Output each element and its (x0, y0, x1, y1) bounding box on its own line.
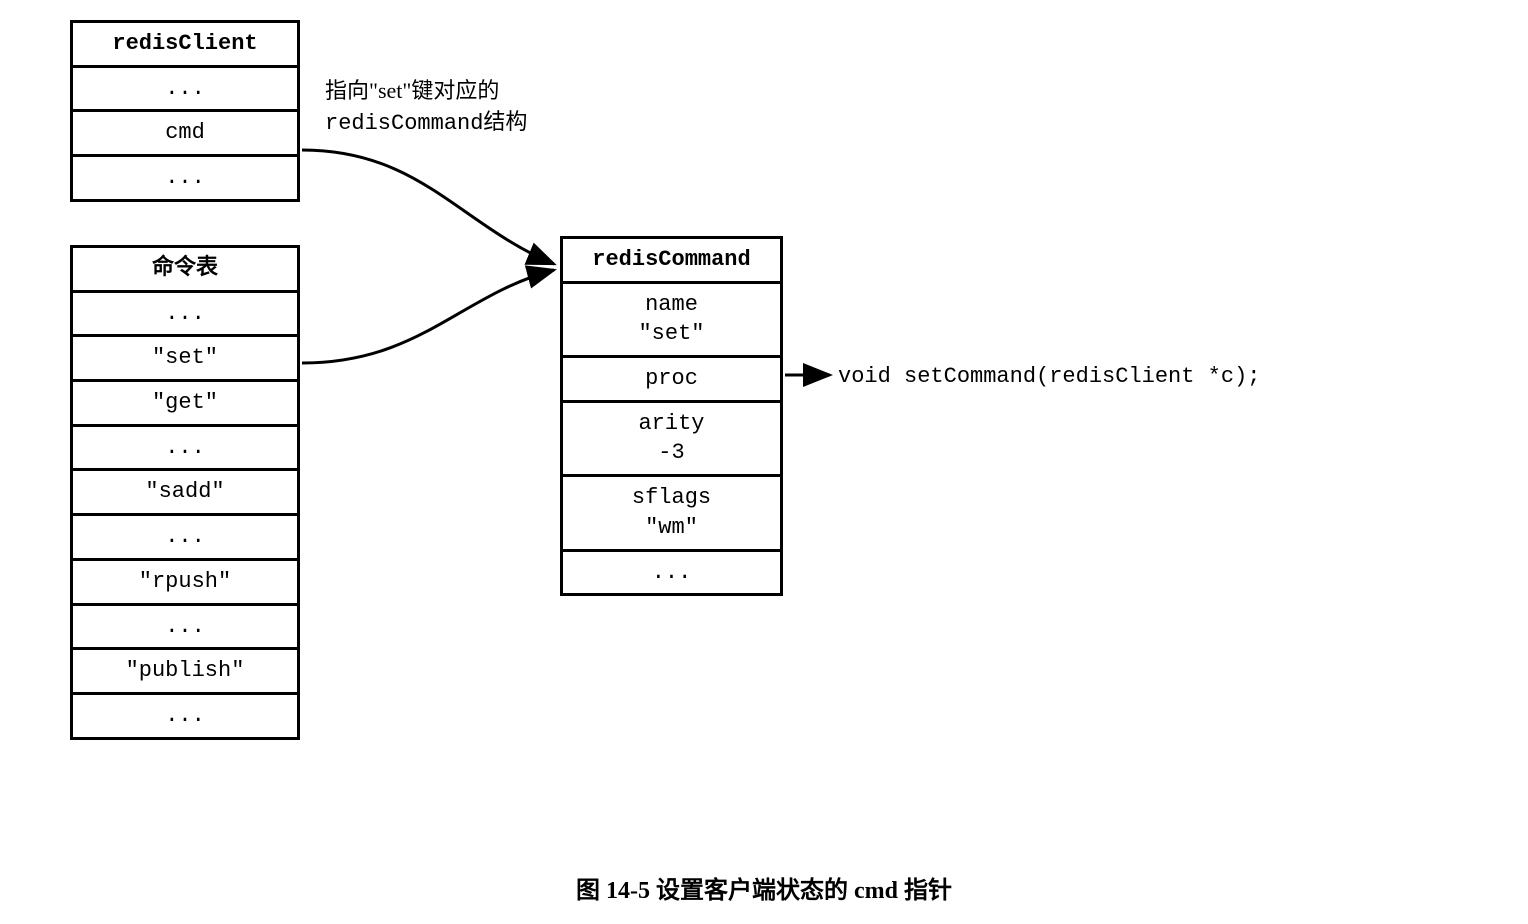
command-table-header: 命令表 (73, 248, 297, 290)
command-table-row: ... (73, 603, 297, 648)
command-table-row: ... (73, 513, 297, 558)
redis-command-row: ... (563, 549, 780, 594)
redis-client-row: ... (73, 65, 297, 110)
command-table-row-set: "set" (73, 334, 297, 379)
redis-client-table: redisClient ... cmd ... (70, 20, 300, 202)
command-table-row: "sadd" (73, 468, 297, 513)
figure-caption: 图 14-5 设置客户端状态的 cmd 指针 (0, 870, 1528, 905)
redis-client-row-cmd: cmd (73, 109, 297, 154)
proc-target: void setCommand(redisClient *c); (838, 362, 1260, 393)
redis-command-table: redisCommand name "set" proc arity -3 sf… (560, 236, 783, 596)
redis-client-row: ... (73, 154, 297, 199)
annotation-line2: redisCommand结构 (325, 111, 527, 136)
annotation-line1: 指向"set"键对应的 (325, 78, 499, 103)
redis-command-row-name: name "set" (563, 281, 780, 355)
command-table-row: ... (73, 692, 297, 737)
command-table: 命令表 ... "set" "get" ... "sadd" ... "rpus… (70, 245, 300, 740)
command-table-row: ... (73, 290, 297, 335)
redis-client-header: redisClient (73, 23, 297, 65)
command-table-row: "get" (73, 379, 297, 424)
redis-command-row-arity: arity -3 (563, 400, 780, 474)
redis-command-row-proc: proc (563, 355, 780, 400)
diagram-canvas: redisClient ... cmd ... 命令表 ... "set" "g… (0, 0, 1528, 924)
annotation-pointer: 指向"set"键对应的 redisCommand结构 (325, 76, 527, 140)
command-table-row: "rpush" (73, 558, 297, 603)
redis-command-header: redisCommand (563, 239, 780, 281)
redis-command-row-sflags: sflags "wm" (563, 474, 780, 548)
command-table-row: "publish" (73, 647, 297, 692)
command-table-row: ... (73, 424, 297, 469)
